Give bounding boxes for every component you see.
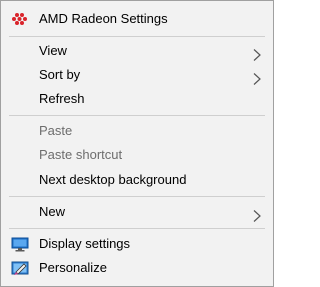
menu-item-display-settings[interactable]: Display settings <box>1 232 273 256</box>
menu-item-label: Display settings <box>39 236 131 251</box>
menu-item-label: Next desktop background <box>39 172 187 187</box>
menu-separator <box>9 228 265 229</box>
menu-item-view[interactable]: View <box>1 39 273 63</box>
menu-item-label: Sort by <box>39 67 81 82</box>
chevron-right-icon <box>253 45 261 61</box>
menu-separator <box>9 115 265 116</box>
chevron-right-icon <box>253 206 261 222</box>
menu-separator <box>9 196 265 197</box>
amd-radeon-icon <box>11 11 29 27</box>
menu-item-sort-by[interactable]: Sort by <box>1 63 273 87</box>
menu-item-label: View <box>39 43 67 58</box>
chevron-right-icon <box>253 69 261 85</box>
menu-item-label: New <box>39 204 66 219</box>
menu-item-label: AMD Radeon Settings <box>39 11 168 26</box>
menu-separator <box>9 36 265 37</box>
menu-item-label: Personalize <box>39 260 107 275</box>
personalize-icon <box>11 260 29 276</box>
menu-item-next-desktop-background[interactable]: Next desktop background <box>1 168 273 192</box>
menu-item-refresh[interactable]: Refresh <box>1 87 273 111</box>
desktop-context-menu: AMD Radeon Settings View Sort by Refresh… <box>0 0 274 287</box>
menu-item-label: Paste shortcut <box>39 147 123 162</box>
menu-item-personalize[interactable]: Personalize <box>1 256 273 280</box>
menu-item-label: Paste <box>39 123 73 138</box>
menu-item-new[interactable]: New <box>1 200 273 224</box>
menu-item-amd-radeon-settings[interactable]: AMD Radeon Settings <box>1 7 273 31</box>
menu-item-paste[interactable]: Paste <box>1 119 273 143</box>
menu-item-label: Refresh <box>39 91 85 106</box>
display-settings-icon <box>11 236 29 252</box>
menu-item-paste-shortcut[interactable]: Paste shortcut <box>1 143 273 167</box>
